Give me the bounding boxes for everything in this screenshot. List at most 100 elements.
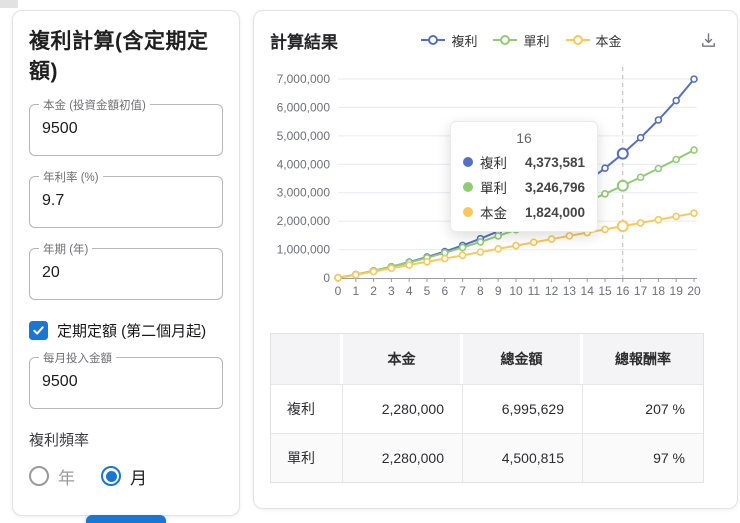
monthly-field-slot: 每月投入金額 9500 (29, 349, 223, 409)
series-point (352, 270, 360, 279)
y-axis-label: 5,000,000 (277, 129, 331, 143)
series-point (672, 155, 681, 164)
series-point (476, 248, 485, 256)
series-point (654, 116, 663, 124)
x-axis-label: 5 (424, 284, 431, 298)
series-point (565, 232, 574, 240)
x-axis-label: 18 (652, 284, 666, 298)
series-point (636, 219, 645, 227)
series-point (405, 261, 413, 269)
y-axis-label: 4,000,000 (277, 157, 331, 171)
series-point (672, 212, 681, 221)
series-point (494, 232, 502, 240)
series-line-單利 (337, 149, 695, 279)
legend-label: 本金 (595, 33, 622, 49)
series-point-highlight-複利 (616, 147, 629, 160)
line-chart[interactable]: 0 1,000,000 2,000,000 3,000,000 4,000,000 5,0… (270, 59, 723, 303)
frequency-option-label: 月 (130, 468, 147, 488)
x-axis-label: 13 (563, 284, 577, 298)
monthly-amount-input-label: 每月投入金額 (39, 349, 116, 366)
y-axis-label: 7,000,000 (277, 72, 331, 86)
dca-checkbox-label: 定期定額 (第二個月起) (57, 322, 207, 340)
series-point (458, 243, 467, 252)
table-header-cell: 本金 (343, 334, 463, 384)
legend-label: 複利 (451, 33, 478, 49)
series-point (529, 210, 538, 218)
frequency-radio-年[interactable]: 年 (29, 464, 75, 489)
results-header: 計算結果 複利 單利 本金 (270, 27, 721, 53)
series-point (583, 177, 592, 186)
series-point (441, 254, 449, 263)
series-point (565, 189, 574, 198)
chart-area[interactable]: 0 1,000,000 2,000,000 3,000,000 4,000,000 5,0… (270, 59, 723, 303)
series-point (690, 146, 698, 154)
legend-item-本金[interactable]: 本金 (565, 31, 622, 50)
series-point (583, 197, 592, 206)
series-point (547, 200, 556, 209)
series-point (476, 238, 485, 246)
x-axis-label: 16 (616, 284, 630, 298)
calculate-button[interactable]: 計算 (85, 514, 166, 523)
checkbox-checked-icon[interactable] (29, 320, 48, 340)
x-axis-label: 3 (388, 284, 395, 298)
x-axis-label: 15 (598, 284, 612, 298)
form-fields: 本金 (投資金額初值) 9500 年利率 (%) 9.7 年期 (年) 20 (29, 96, 223, 300)
table-value-cell: 2,280,000 (343, 433, 463, 482)
frequency-radio-月[interactable]: 月 (101, 464, 147, 489)
x-axis-label: 14 (581, 284, 595, 298)
table-header-cell: 總報酬率 (583, 334, 703, 384)
table-value-cell: 97 % (583, 433, 703, 482)
legend-marker-icon (493, 35, 518, 45)
legend-item-複利[interactable]: 複利 (420, 31, 477, 50)
y-axis-label: 3,000,000 (277, 186, 331, 200)
series-point (654, 215, 663, 224)
series-point (565, 205, 574, 213)
principal-input[interactable]: 本金 (投資金額初值) 9500 (29, 96, 223, 156)
table-value-cell: 207 % (583, 384, 703, 433)
frequency-option-label: 年 (58, 468, 75, 488)
x-axis-label: 6 (441, 284, 448, 298)
page-corner-fragment (0, 0, 18, 8)
table-row: 複利 2,280,000 6,995,629 207 % (271, 384, 703, 433)
annual-rate-input[interactable]: 年利率 (%) 9.7 (29, 168, 223, 228)
radio-selected-icon[interactable] (101, 466, 121, 487)
series-point (690, 75, 698, 83)
table-header-cell (271, 334, 343, 384)
y-axis-label: 2,000,000 (277, 214, 331, 228)
years-input[interactable]: 年期 (年) 20 (29, 240, 223, 300)
results-table-wrap: 本金 總金額 總報酬率 複利 2,280,000 6,995,629 207 % 單利 2,2… (270, 333, 704, 483)
results-title: 計算結果 (270, 32, 338, 52)
series-point (512, 219, 520, 227)
series-point (512, 225, 520, 234)
radio-dot (105, 470, 117, 482)
series-point (601, 190, 609, 198)
legend-marker-icon (421, 35, 446, 45)
x-axis-label: 11 (528, 284, 541, 298)
table-value-cell: 6,995,629 (463, 384, 583, 433)
y-axis-label: 1,000,000 (277, 243, 331, 257)
x-axis-label: 8 (477, 284, 484, 298)
annual-rate-input-label: 年利率 (%) (39, 168, 103, 185)
form-title: 複利計算(含定期定額) (29, 30, 209, 84)
series-point (601, 225, 609, 234)
x-axis-label: 20 (687, 284, 701, 298)
series-point (601, 164, 609, 173)
principal-input-label: 本金 (投資金額初值) (39, 96, 150, 113)
page: 複利計算(含定期定額) 本金 (投資金額初值) 9500 年利率 (%) 9.7 年期 … (0, 0, 740, 523)
table-value-cell: 4,500,815 (463, 433, 583, 482)
frequency-label: 複利頻率 (29, 431, 90, 449)
series-point (636, 173, 645, 182)
legend-item-單利[interactable]: 單利 (492, 31, 550, 50)
years-input-label: 年期 (年) (39, 240, 93, 257)
series-point (547, 235, 556, 243)
radio-unselected-icon[interactable] (29, 466, 49, 487)
dca-checkbox-row[interactable]: 定期定額 (第二個月起) (29, 320, 223, 341)
y-axis-label: 6,000,000 (277, 100, 331, 114)
series-point (458, 251, 467, 260)
series-point (636, 133, 645, 142)
series-point (369, 267, 378, 276)
row-label-cell: 複利 (271, 384, 343, 433)
monthly-amount-input[interactable]: 每月投入金額 9500 (29, 349, 223, 409)
table-value-cell: 2,280,000 (343, 384, 463, 433)
download-button[interactable] (696, 28, 721, 53)
